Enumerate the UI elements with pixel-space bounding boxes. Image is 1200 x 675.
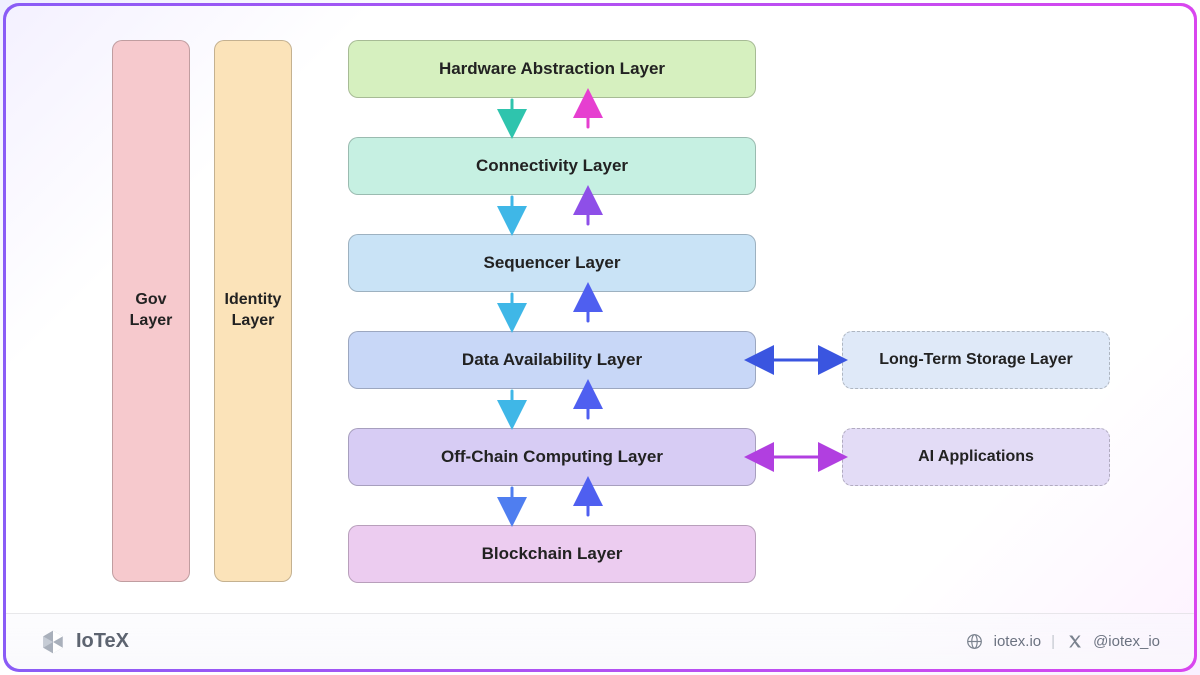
- storage-label: Long-Term Storage Layer: [879, 351, 1073, 369]
- blockchain-layer: Blockchain Layer: [348, 525, 756, 583]
- footer-bar: IoTeX iotex.io | @iotex_io: [6, 613, 1194, 669]
- identity-layer-pillar: Identity Layer: [214, 40, 292, 582]
- gov-layer-pillar: Gov Layer: [112, 40, 190, 582]
- ai-label: AI Applications: [918, 448, 1034, 466]
- social-handle[interactable]: @iotex_io: [1093, 633, 1160, 650]
- hardware-label: Hardware Abstraction Layer: [439, 59, 665, 79]
- offchain-label: Off-Chain Computing Layer: [441, 447, 663, 467]
- sequencer-label: Sequencer Layer: [483, 253, 620, 273]
- sequencer-layer: Sequencer Layer: [348, 234, 756, 292]
- footer-links: iotex.io | @iotex_io: [966, 633, 1160, 651]
- site-link[interactable]: iotex.io: [994, 633, 1042, 650]
- long-term-storage-layer: Long-Term Storage Layer: [842, 331, 1110, 389]
- gov-layer-label: Gov Layer: [130, 290, 173, 332]
- connectivity-layer: Connectivity Layer: [348, 137, 756, 195]
- x-icon: [1065, 633, 1083, 651]
- globe-icon: [966, 633, 984, 651]
- brand: IoTeX: [40, 629, 129, 655]
- footer-separator: |: [1051, 633, 1055, 650]
- data-availability-label: Data Availability Layer: [462, 350, 642, 370]
- brand-name: IoTeX: [76, 630, 129, 653]
- blockchain-label: Blockchain Layer: [482, 544, 623, 564]
- connectivity-label: Connectivity Layer: [476, 156, 628, 176]
- iotex-logo-icon: [40, 629, 66, 655]
- data-availability-layer: Data Availability Layer: [348, 331, 756, 389]
- ai-applications: AI Applications: [842, 428, 1110, 486]
- identity-layer-label: Identity Layer: [225, 290, 282, 332]
- diagram-canvas: Gov Layer Identity Layer Hardware Abstra…: [6, 6, 1194, 669]
- off-chain-computing-layer: Off-Chain Computing Layer: [348, 428, 756, 486]
- hardware-abstraction-layer: Hardware Abstraction Layer: [348, 40, 756, 98]
